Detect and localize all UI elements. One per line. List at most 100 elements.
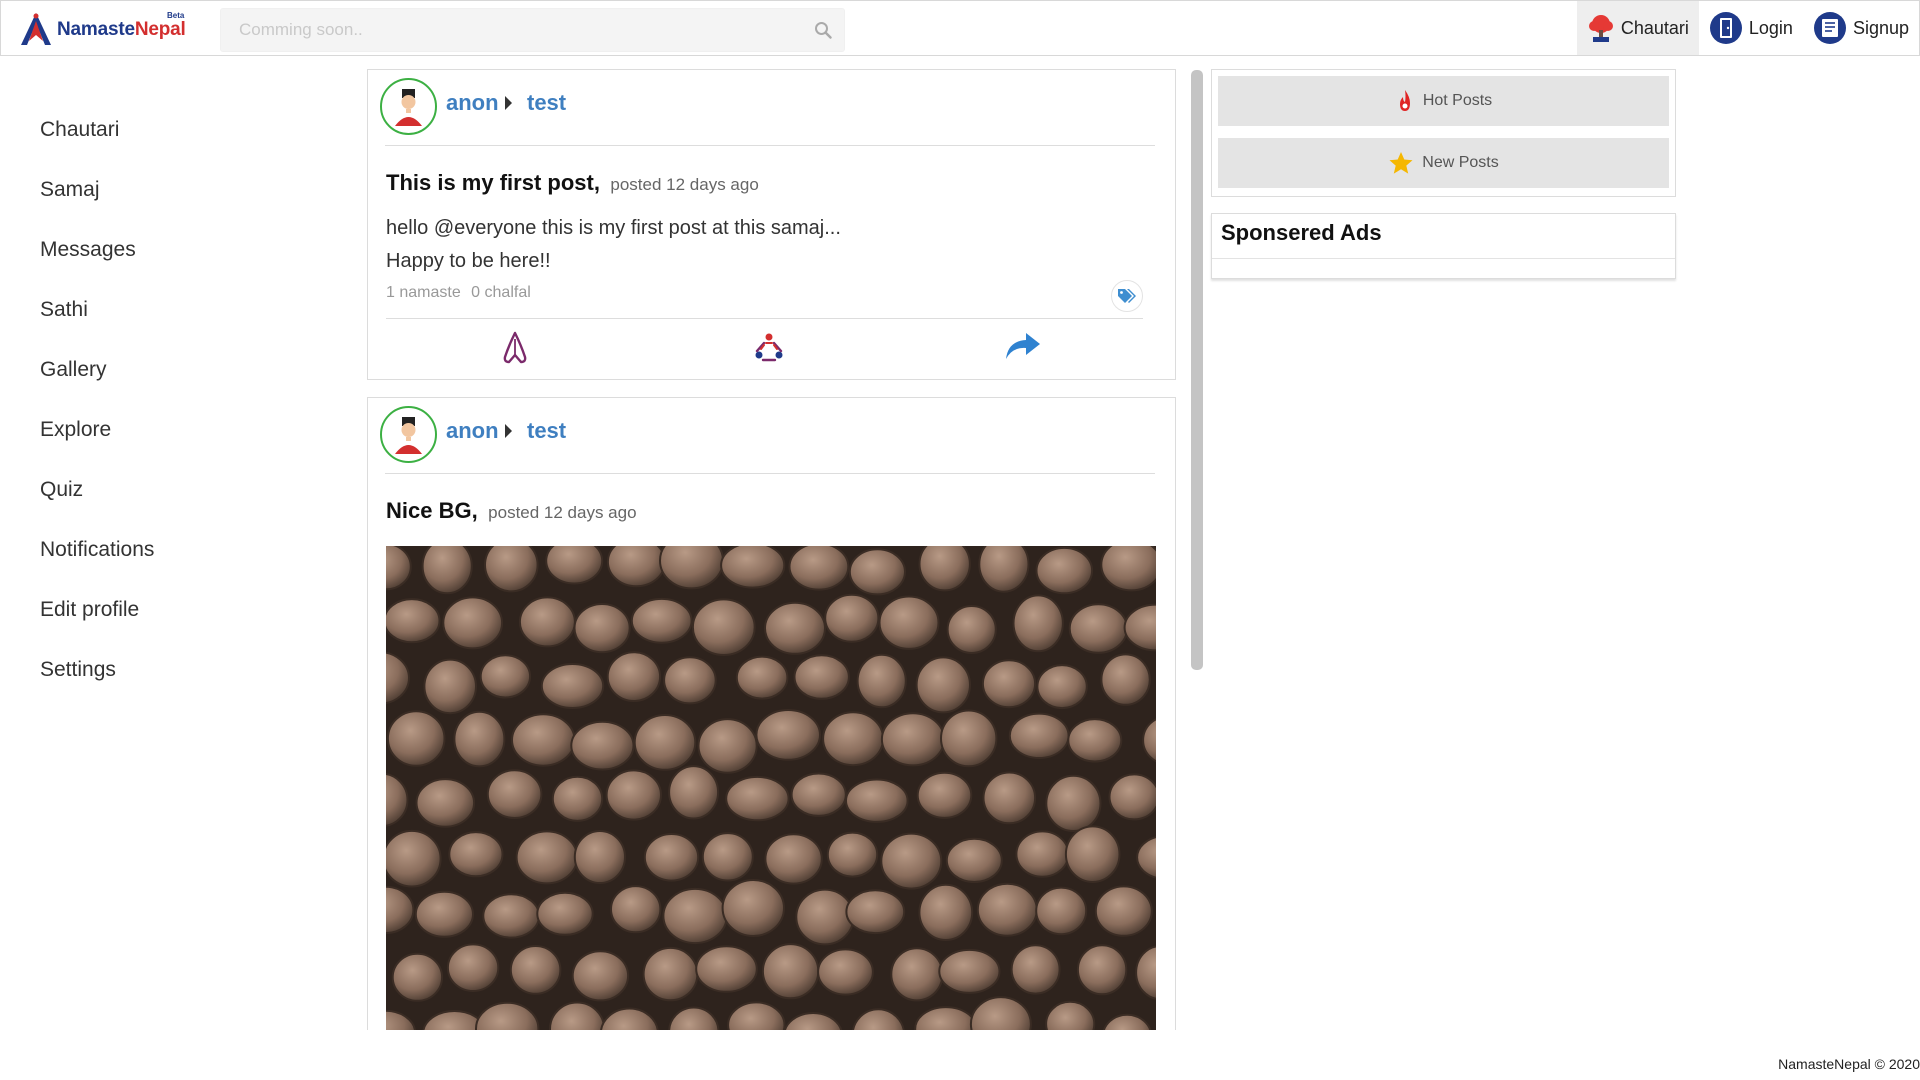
avatar[interactable] [380, 78, 437, 135]
hot-posts-label: Hot Posts [1422, 92, 1493, 109]
sidebar-item-chautari[interactable]: Chautari [0, 100, 300, 160]
walnut-shape [945, 837, 1003, 883]
walnut-shape [764, 601, 826, 655]
sidebar-item-gallery[interactable]: Gallery [0, 340, 300, 400]
post-author-link[interactable]: anon [446, 90, 499, 116]
nav-signup[interactable]: Signup [1803, 1, 1919, 55]
namaste-count[interactable]: 1 namaste [386, 284, 461, 301]
walnut-shape [764, 833, 823, 885]
chalfal-discuss-icon[interactable] [752, 331, 786, 370]
walnut-shape [1012, 594, 1064, 653]
walnut-shape [642, 946, 699, 1002]
walnut-shape [878, 595, 940, 650]
nav-login[interactable]: Login [1699, 1, 1803, 55]
user-avatar-icon [395, 89, 422, 126]
sidebar-item-samaj[interactable]: Samaj [0, 160, 300, 220]
chalfal-count[interactable]: 0 chalfal [471, 284, 531, 301]
brand-name: NamasteNepal [57, 19, 186, 40]
walnut-shape [1076, 944, 1128, 996]
tags-icon [1118, 289, 1136, 303]
post-filter-panel: Hot Posts New Posts [1211, 69, 1676, 197]
walnut-shape [415, 778, 476, 828]
walnut-shape [725, 775, 790, 822]
sidebar-item-sathi[interactable]: Sathi [0, 280, 300, 340]
walnut-shape [761, 943, 820, 1000]
search-input[interactable] [221, 9, 781, 51]
walnut-shape [918, 546, 971, 592]
ads-title: Sponsered Ads [1221, 220, 1382, 245]
walnut-shape [486, 769, 543, 820]
walnut-shape [916, 771, 973, 819]
post-group-link[interactable]: test [527, 418, 566, 444]
chautari-tree-icon [1588, 15, 1613, 42]
post-stats: 1 namaste 0 chalfal [368, 278, 1175, 314]
walnut-shape [1108, 773, 1156, 821]
caret-right-icon [505, 96, 512, 110]
star-icon [1389, 152, 1413, 174]
brand-logo[interactable]: NamasteNepal Beta [17, 11, 197, 47]
feed-scrollbar[interactable] [1191, 70, 1203, 670]
post-header: anon test [368, 70, 1175, 146]
post-title-row: Nice BG, posted 12 days ago [368, 474, 1175, 524]
sidebar-item-edit-profile[interactable]: Edit profile [0, 580, 300, 640]
walnut-shape [573, 830, 626, 884]
divider [1212, 258, 1675, 259]
post-timestamp: posted 12 days ago [610, 175, 759, 194]
walnut-shape [890, 947, 944, 1002]
post-body: hello @everyone this is my first post at… [368, 196, 1175, 278]
divider [385, 145, 1155, 146]
caret-right-icon [505, 424, 512, 438]
walnut-shape [1010, 944, 1061, 995]
walnut-shape [386, 710, 446, 767]
post-header: anon test [368, 398, 1175, 474]
walnut-shape [788, 546, 850, 591]
walnut-shape [484, 546, 539, 593]
divider [385, 473, 1155, 474]
walnut-shape [918, 883, 974, 941]
walnut-shape [1094, 885, 1153, 937]
walnut-shape [453, 710, 506, 768]
walnut-shape [386, 829, 442, 888]
sidebar-item-settings[interactable]: Settings [0, 640, 300, 700]
post-image[interactable] [386, 546, 1156, 1030]
post-group-link[interactable]: test [527, 90, 566, 116]
walnut-shape [1064, 825, 1121, 884]
walnut-shape [880, 712, 946, 767]
post-timestamp: posted 12 days ago [488, 503, 637, 522]
post-feed: anon test This is my first post, posted … [367, 69, 1176, 1030]
namaste-hands-icon[interactable] [500, 331, 530, 370]
share-arrow-icon[interactable] [1004, 331, 1042, 366]
post-title[interactable]: Nice BG, [386, 498, 478, 523]
walnut-shape [721, 879, 785, 937]
post-title[interactable]: This is my first post, [386, 170, 600, 195]
tag-button[interactable] [1111, 280, 1143, 312]
nav-right: Chautari Login Signup [1576, 1, 1919, 55]
sidebar-item-explore[interactable]: Explore [0, 400, 300, 460]
walnut-shape [817, 948, 874, 996]
walnut-shape [915, 656, 971, 714]
search-icon[interactable] [814, 21, 832, 44]
avatar[interactable] [380, 406, 437, 463]
footer-copyright: NamasteNepal © 2020 [1778, 1056, 1920, 1072]
post-actions [368, 319, 1175, 379]
walnut-shape [848, 548, 906, 596]
walnuts-photo [386, 546, 1156, 1030]
post-author-link[interactable]: anon [446, 418, 499, 444]
walnut-shape [610, 885, 662, 934]
post-body-line: hello @everyone this is my first post at… [386, 217, 841, 239]
walnut-shape [1008, 712, 1070, 760]
hot-posts-button[interactable]: Hot Posts [1218, 76, 1669, 126]
walnut-shape [551, 775, 604, 822]
sidebar-item-quiz[interactable]: Quiz [0, 460, 300, 520]
walnut-shape [856, 653, 907, 709]
sidebar-item-notifications[interactable]: Notifications [0, 520, 300, 580]
walnut-shape [880, 832, 943, 890]
sidebar-item-messages[interactable]: Messages [0, 220, 300, 280]
walnut-shape [735, 655, 789, 700]
nav-chautari[interactable]: Chautari [1576, 1, 1699, 55]
walnut-shape [446, 943, 500, 993]
walnut-shape [414, 890, 475, 938]
top-navbar: NamasteNepal Beta Chautari [0, 0, 1920, 56]
new-posts-button[interactable]: New Posts [1218, 138, 1669, 188]
post-card: anon test This is my first post, posted … [367, 69, 1176, 380]
